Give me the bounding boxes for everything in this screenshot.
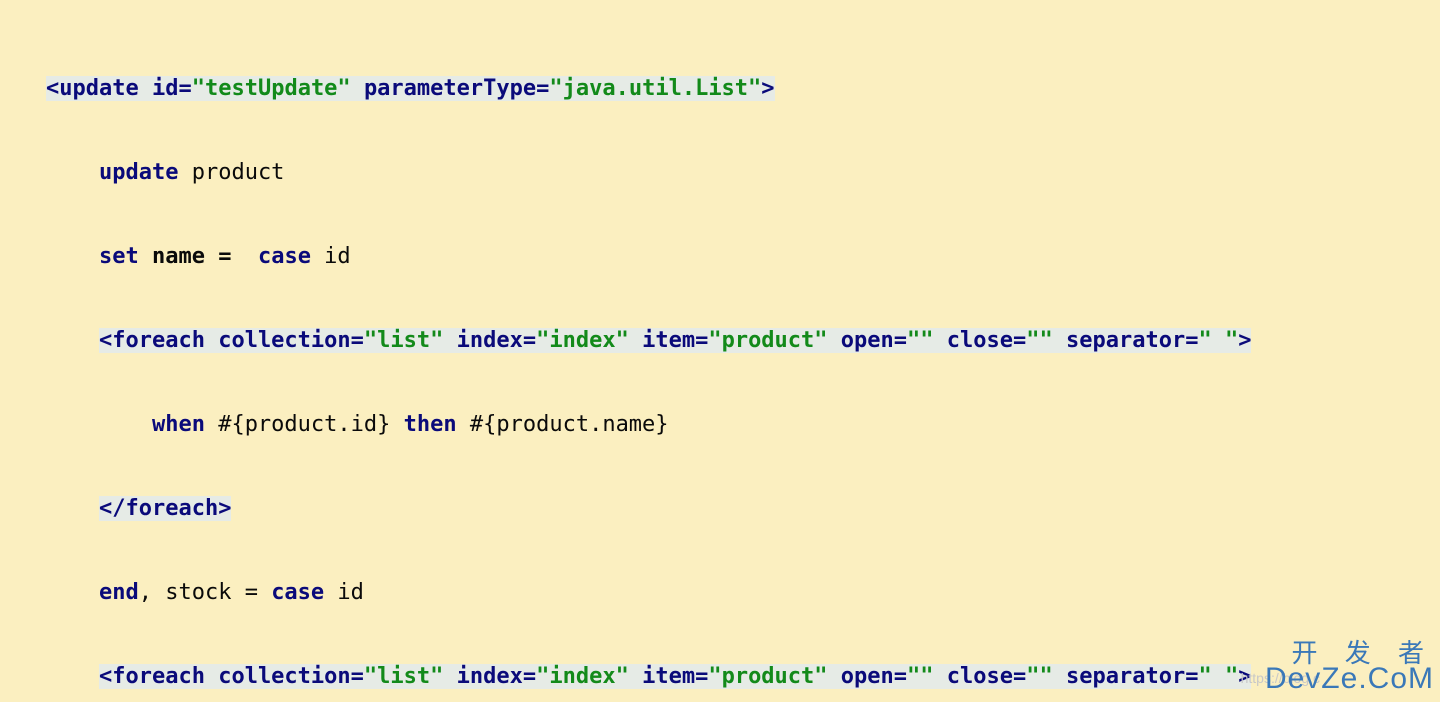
- code-line: set name = case id: [46, 236, 1440, 278]
- attr-collection-value: "list": [364, 664, 443, 689]
- attr-separator-value: " ": [1198, 664, 1238, 689]
- code-line: when #{product.id} then #{product.name}: [46, 404, 1440, 446]
- attr-open-value: "": [907, 328, 934, 353]
- tag-name-foreach: foreach: [112, 328, 205, 353]
- tag-name-foreach: foreach: [112, 664, 205, 689]
- watermark-logo: 开 发 者 DevZe.CoM: [1265, 633, 1434, 696]
- attr-open: open: [841, 328, 894, 353]
- sql-when: when: [152, 412, 205, 437]
- code-line: <update id="testUpdate" parameterType="j…: [46, 68, 1440, 110]
- attr-close: close: [947, 664, 1013, 689]
- tag-open: <: [99, 328, 112, 353]
- sql-then: then: [404, 412, 457, 437]
- code-line: <foreach collection="list" index="index"…: [46, 656, 1440, 698]
- attr-close-value: "": [1026, 328, 1053, 353]
- attr-close-value: "": [1026, 664, 1053, 689]
- attr-collection-value: "list": [364, 328, 443, 353]
- attr-parametertype-value: "java.util.List": [549, 76, 761, 101]
- attr-separator-value: " ": [1198, 328, 1238, 353]
- sql-end: end: [99, 580, 139, 605]
- code-line: </foreach>: [46, 488, 1440, 530]
- tag-gt: >: [1238, 328, 1251, 353]
- tag-name-foreach: foreach: [125, 496, 218, 521]
- attr-close: close: [947, 328, 1013, 353]
- attr-index-value: "index": [536, 328, 629, 353]
- attr-collection: collection: [218, 664, 350, 689]
- attr-item-value: "product": [708, 328, 827, 353]
- attr-parametertype: parameterType: [364, 76, 536, 101]
- attr-id-value: "testUpdate": [192, 76, 351, 101]
- text: , stock =: [139, 580, 271, 605]
- attr-collection: collection: [218, 328, 350, 353]
- attr-separator: separator: [1066, 328, 1185, 353]
- sql-update: update: [99, 160, 178, 185]
- code-line: end, stock = case id: [46, 572, 1440, 614]
- code-line: update product: [46, 152, 1440, 194]
- tag-open: <: [46, 76, 59, 101]
- text: product: [178, 160, 284, 185]
- tag-gt: >: [218, 496, 231, 521]
- tag-name-update: update: [59, 76, 138, 101]
- attr-index-value: "index": [536, 664, 629, 689]
- text: id: [311, 244, 351, 269]
- code-line: <foreach collection="list" index="index"…: [46, 320, 1440, 362]
- attr-open-value: "": [907, 664, 934, 689]
- watermark-en: DevZe.CoM: [1265, 662, 1434, 695]
- attr-item: item: [642, 328, 695, 353]
- attr-open: open: [841, 664, 894, 689]
- attr-item-value: "product": [708, 664, 827, 689]
- tag-open: <: [99, 664, 112, 689]
- tag-gt: >: [761, 76, 774, 101]
- attr-index: index: [457, 664, 523, 689]
- text: id: [324, 580, 364, 605]
- attr-index: index: [457, 328, 523, 353]
- attr-id: id: [152, 76, 179, 101]
- tag-close-open: </: [99, 496, 126, 521]
- text: name =: [139, 244, 258, 269]
- attr-separator: separator: [1066, 664, 1185, 689]
- sql-case: case: [271, 580, 324, 605]
- attr-item: item: [642, 664, 695, 689]
- text: #{product.name}: [457, 412, 669, 437]
- text: #{product.id}: [205, 412, 404, 437]
- sql-case: case: [258, 244, 311, 269]
- code-block: <update id="testUpdate" parameterType="j…: [0, 0, 1440, 702]
- sql-set: set: [99, 244, 139, 269]
